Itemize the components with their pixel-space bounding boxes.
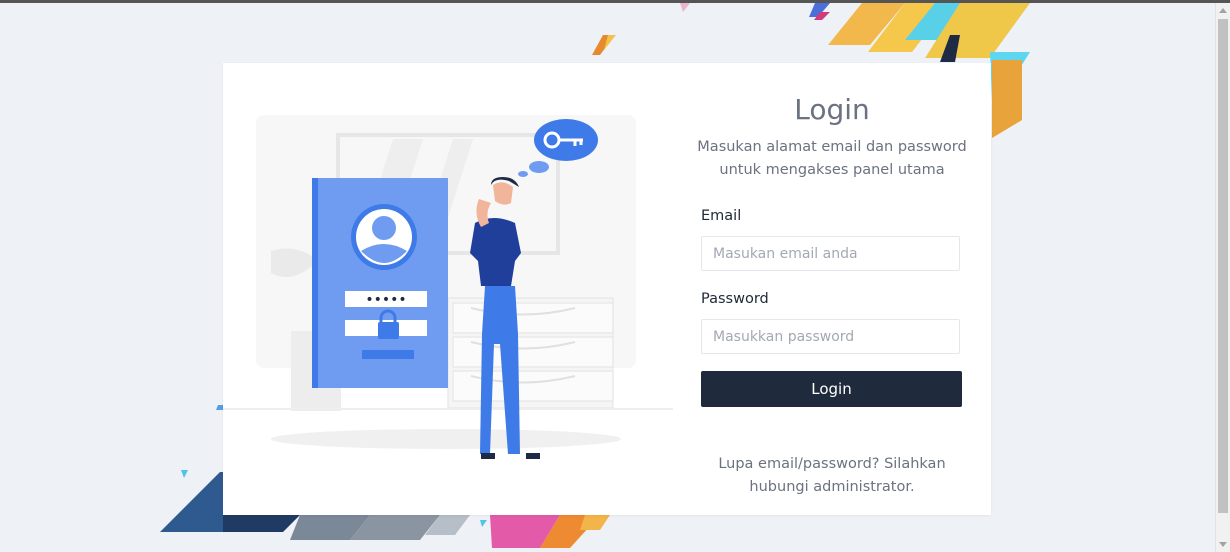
email-label: Email: [701, 208, 742, 224]
email-field[interactable]: [701, 236, 960, 271]
scroll-up-arrow-icon[interactable]: [1219, 8, 1227, 13]
login-illustration: •••••: [223, 115, 673, 459]
password-field[interactable]: [701, 319, 960, 354]
scroll-down-arrow-icon[interactable]: [1219, 542, 1227, 547]
login-form: Login Masukan alamat email dan password …: [697, 63, 966, 515]
vertical-scrollbar[interactable]: [1215, 3, 1230, 552]
login-subtitle: Masukan alamat email dan password untuk …: [697, 139, 967, 178]
page-title: Login: [794, 93, 870, 126]
scrollbar-thumb[interactable]: [1218, 19, 1228, 513]
login-card: ••••• Login Masukan alamat email dan pas…: [223, 63, 991, 515]
forgot-password-help: Lupa email/password? Silahkan hubungi ad…: [718, 456, 946, 495]
illustration-password-dots: •••••: [365, 292, 406, 308]
password-label: Password: [701, 291, 769, 307]
login-button[interactable]: Login: [701, 371, 962, 407]
